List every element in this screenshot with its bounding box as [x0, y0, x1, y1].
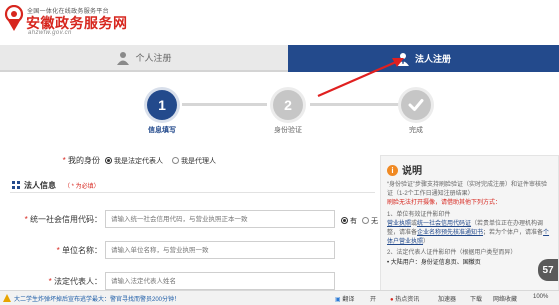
info-title: i 说明	[387, 162, 422, 177]
legal-person-form: * 我的身份 我是法定代表人 我是代理人 法人信息 （ * 为必填） * 统一社…	[0, 148, 380, 305]
news-ticker[interactable]: 大二学生炸弹坏掉后宣布逃学最大：警官寻找而警员200分钟！	[14, 294, 180, 303]
step-1-circle: 1	[147, 90, 177, 120]
field-label: * 单位名称：	[56, 246, 102, 255]
floating-badge[interactable]: 57	[538, 259, 558, 281]
info-warning: 刷脸无法打开摄像，请借助其他下列方式：	[387, 200, 502, 207]
site-logo-icon	[4, 5, 24, 31]
info-item-2-detail: • 大陆用户：身份证信息页、国徽页	[387, 259, 481, 266]
accelerator-button[interactable]: 加速器	[438, 294, 456, 303]
radio-unselected[interactable]	[172, 156, 179, 164]
unit-name-input[interactable]	[105, 241, 335, 259]
field-legal-rep: * 法定代表人：	[0, 272, 380, 290]
info-item-1-detail: 营业执照或统一社会信用代码证（若贵单位正在办理机构调整，请准备企业名称预先核准通…	[387, 221, 550, 245]
section-header-legal-info: 法人信息 （ * 为必填）	[10, 179, 375, 193]
radio-unselected[interactable]	[362, 216, 369, 224]
site-header: 全国一体化在线政务服务平台 安徽政务服务网 ahzwfw.gov.cn	[0, 0, 559, 42]
check-icon	[408, 99, 424, 111]
translate-button[interactable]: ▣ 翻译	[335, 294, 354, 303]
step-1-label: 信息填写	[148, 127, 176, 134]
step-connector	[310, 103, 400, 106]
field-credit-code: * 统一社会信用代码： 有 无	[0, 210, 380, 228]
identity-label: * 我的身份	[62, 156, 100, 165]
tab-label: 个人注册	[135, 53, 172, 63]
step-2-label: 身份验证	[274, 127, 302, 134]
info-panel: i 说明 “身份验证”步骤支持刷脸验证（实时完成注册）和证件审核验证（1-2个工作…	[380, 155, 559, 305]
registration-tabs: 个人注册 法人注册	[0, 45, 559, 72]
identity-option-agent[interactable]: 我是代理人	[172, 156, 216, 166]
download-button[interactable]: 下载	[470, 294, 482, 303]
step-2-circle: 2	[273, 90, 303, 120]
registration-page: 全国一体化在线政务服务平台 安徽政务服务网 ahzwfw.gov.cn 个人注册…	[0, 0, 559, 305]
radio-selected[interactable]	[341, 216, 348, 224]
open-button[interactable]: 开	[370, 294, 376, 303]
person-icon	[117, 51, 130, 65]
section-required-note: （ * 为必填）	[64, 184, 100, 190]
code-option-yes[interactable]: 有	[341, 216, 357, 226]
favorites-button[interactable]: 网络收藏	[493, 294, 517, 303]
field-label: * 法定代表人：	[48, 277, 102, 286]
info-icon: i	[387, 164, 398, 176]
info-paragraph: “身份验证”步骤支持刷脸验证（实时完成注册）和证件审核验证（1-2个工作日通知注…	[387, 182, 547, 197]
site-url: ahzwfw.gov.cn	[28, 30, 72, 36]
radio-selected[interactable]	[105, 156, 112, 164]
tab-legal-registration[interactable]: 法人注册	[288, 45, 559, 72]
field-unit-name: * 单位名称：	[0, 241, 380, 259]
zoom-level[interactable]: 100%	[533, 294, 548, 300]
step-3-label: 完成	[409, 127, 423, 134]
tab-label: 法人注册	[414, 54, 451, 64]
person-icon	[396, 52, 409, 66]
credit-code-input[interactable]	[105, 210, 335, 228]
step-connector	[182, 103, 267, 106]
legal-rep-input[interactable]	[105, 272, 335, 290]
step-3-circle	[401, 90, 431, 120]
field-label: * 统一社会信用代码：	[24, 215, 102, 224]
progress-steps: 1 信息填写 2 身份验证 完成	[0, 76, 559, 146]
identity-option-legal-rep[interactable]: 我是法定代表人	[105, 156, 163, 166]
info-item-1: 1、单位有效证件影印件	[387, 211, 451, 218]
info-item-2: 2、法定代表人证件影印件（根据用户类型而异）	[387, 250, 517, 257]
hotspot-button[interactable]: ● 热点资讯	[390, 294, 419, 303]
section-title: 法人信息	[24, 181, 56, 190]
warning-icon	[3, 294, 11, 304]
browser-status-bar: 大二学生炸弹坏掉后宣布逃学最大：警官寻找而警员200分钟！ ▣ 翻译 开 ● 热…	[0, 290, 559, 305]
code-option-no[interactable]: 无	[362, 216, 378, 226]
info-body: “身份验证”步骤支持刷脸验证（实时完成注册）和证件审核验证（1-2个工作日通知注…	[387, 181, 551, 268]
identity-row: * 我的身份 我是法定代表人 我是代理人	[0, 152, 380, 166]
grid-icon	[12, 181, 20, 189]
tab-personal-registration[interactable]: 个人注册	[0, 45, 288, 72]
